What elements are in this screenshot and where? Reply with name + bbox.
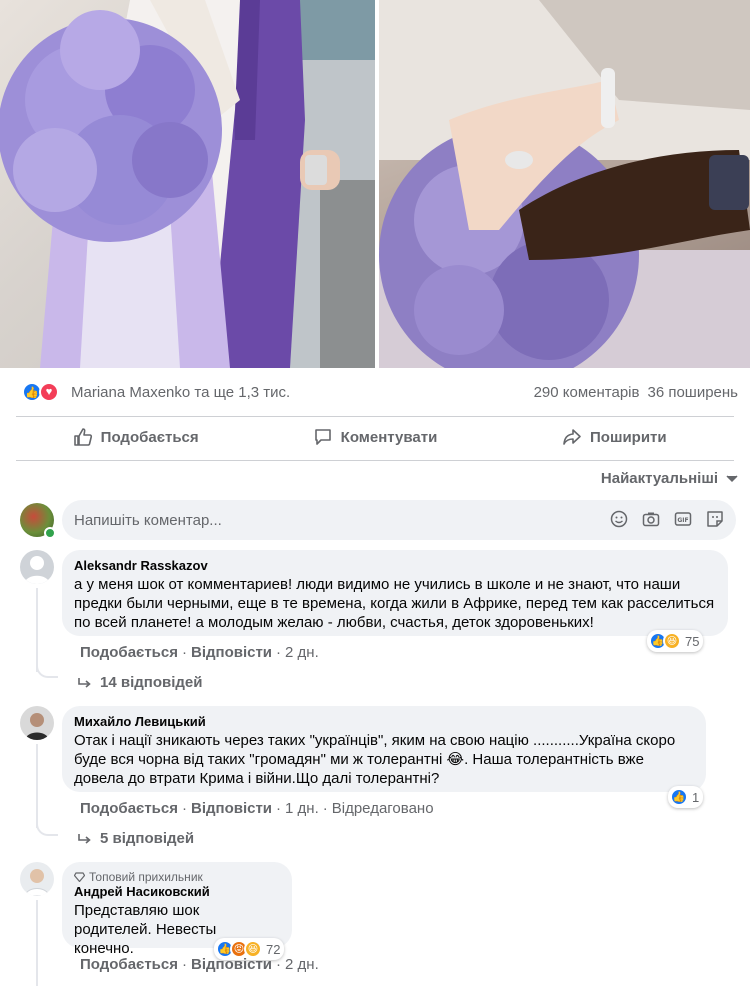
bouquet-illustration bbox=[0, 0, 375, 368]
thread-line bbox=[36, 744, 38, 828]
comment-icon bbox=[314, 429, 331, 445]
edited-label: Відредаговано bbox=[331, 800, 434, 817]
comment-reply-link[interactable]: Відповісти bbox=[191, 644, 272, 661]
share-button[interactable]: Поширити bbox=[495, 416, 734, 458]
comment-reactions[interactable]: 👍 😆 75 bbox=[647, 630, 704, 652]
svg-text:GIF: GIF bbox=[677, 517, 688, 524]
haha-reaction-icon: 😆 bbox=[663, 632, 681, 650]
thread-line bbox=[36, 818, 58, 836]
view-replies-link[interactable]: 5 відповідей bbox=[78, 830, 194, 847]
comment-author[interactable]: Андрей Насиковский bbox=[74, 884, 280, 900]
comment-author[interactable]: Михайло Левицький bbox=[74, 714, 694, 730]
sort-label: Найактуальніші bbox=[600, 470, 718, 487]
comment-bubble: Топовий прихильник Андрей Насиковский Пр… bbox=[62, 862, 292, 957]
online-status-icon bbox=[44, 527, 56, 539]
comments-count[interactable]: 290 коментарів bbox=[534, 384, 640, 401]
like-reaction-icon: 👍 bbox=[670, 788, 688, 806]
comment-meta: Подобається · Відповісти · 1 дн. · Відре… bbox=[80, 800, 434, 817]
camera-icon[interactable] bbox=[642, 510, 660, 528]
comment-time[interactable]: 2 дн. bbox=[285, 644, 319, 661]
comment-time[interactable]: 1 дн. bbox=[285, 800, 319, 817]
reaction-count: 1 bbox=[692, 789, 700, 805]
avatar[interactable] bbox=[20, 550, 54, 584]
reply-arrow-icon bbox=[78, 677, 91, 688]
thumbs-up-icon bbox=[73, 428, 92, 446]
reaction-badges[interactable]: 👍 ♥ bbox=[22, 382, 59, 402]
reaction-count: 72 bbox=[266, 941, 281, 957]
comment-text: а у меня шок от комментариев! люди видим… bbox=[74, 576, 715, 631]
wedding-photo-rings[interactable] bbox=[379, 0, 750, 368]
post-photos bbox=[0, 0, 750, 368]
thread-line bbox=[36, 900, 38, 986]
comment-composer: GIF bbox=[20, 500, 738, 540]
comment-bubble: Михайло Левицький Отак і нації зникають … bbox=[62, 706, 706, 792]
diamond-icon bbox=[74, 872, 85, 882]
thread-line bbox=[36, 660, 58, 678]
top-fan-badge: Топовий прихильник bbox=[74, 870, 280, 884]
comment-item: Aleksandr Rasskazov а у меня шок от комм… bbox=[20, 550, 738, 700]
comment-button-label: Коментувати bbox=[340, 428, 438, 446]
reaction-count: 75 bbox=[685, 633, 700, 649]
comment-item: Топовий прихильник Андрей Насиковский Пр… bbox=[20, 862, 738, 986]
shares-count[interactable]: 36 поширень bbox=[647, 384, 738, 401]
replies-count: 5 відповідей bbox=[100, 830, 195, 847]
share-icon bbox=[563, 429, 581, 445]
comment-like-link[interactable]: Подобається bbox=[80, 956, 178, 973]
comment-reply-link[interactable]: Відповісти bbox=[191, 800, 272, 817]
gif-icon[interactable]: GIF bbox=[674, 510, 692, 528]
comment-text: Отак і нації зникають через таких "украї… bbox=[74, 732, 676, 787]
comment-button[interactable]: Коментувати bbox=[255, 416, 494, 458]
comment-meta: Подобається · Відповісти · 2 дн. bbox=[80, 644, 319, 661]
reaction-summary: 👍 ♥ Mariana Maxenko та ще 1,3 тис. 290 к… bbox=[0, 376, 750, 408]
post-actions: Подобається Коментувати Поширити bbox=[16, 416, 734, 458]
emoji-icon[interactable] bbox=[610, 510, 628, 528]
avatar[interactable] bbox=[20, 862, 54, 896]
comment-like-link[interactable]: Подобається bbox=[80, 644, 178, 661]
comment-bubble: Aleksandr Rasskazov а у меня шок от комм… bbox=[62, 550, 728, 636]
comment-meta: Подобається · Відповісти · 2 дн. bbox=[80, 956, 319, 973]
divider bbox=[16, 460, 734, 461]
like-button-label: Подобається bbox=[100, 428, 199, 446]
reactors-text[interactable]: Mariana Maxenko та ще 1,3 тис. bbox=[71, 384, 290, 401]
reply-arrow-icon bbox=[78, 833, 91, 844]
comment-author[interactable]: Aleksandr Rasskazov bbox=[74, 558, 716, 574]
love-reaction-icon: ♥ bbox=[39, 382, 59, 402]
comment-reply-link[interactable]: Відповісти bbox=[191, 956, 272, 973]
badge-label: Топовий прихильник bbox=[89, 870, 203, 884]
like-button[interactable]: Подобається bbox=[16, 416, 255, 458]
comment-time[interactable]: 2 дн. bbox=[285, 956, 319, 973]
wedding-photo-bouquet[interactable] bbox=[0, 0, 375, 368]
comment-reactions[interactable]: 👍 1 bbox=[668, 786, 704, 808]
comment-sort-dropdown[interactable]: Найактуальніші bbox=[601, 470, 738, 487]
view-replies-link[interactable]: 14 відповідей bbox=[78, 674, 202, 691]
avatar[interactable] bbox=[20, 706, 54, 740]
chevron-down-icon bbox=[726, 474, 738, 482]
hands-illustration bbox=[379, 0, 750, 368]
replies-count: 14 відповідей bbox=[100, 674, 203, 691]
share-button-label: Поширити bbox=[590, 428, 667, 446]
comment-like-link[interactable]: Подобається bbox=[80, 800, 178, 817]
sticker-icon[interactable] bbox=[706, 510, 724, 528]
comment-item: Михайло Левицький Отак і нації зникають … bbox=[20, 706, 738, 856]
